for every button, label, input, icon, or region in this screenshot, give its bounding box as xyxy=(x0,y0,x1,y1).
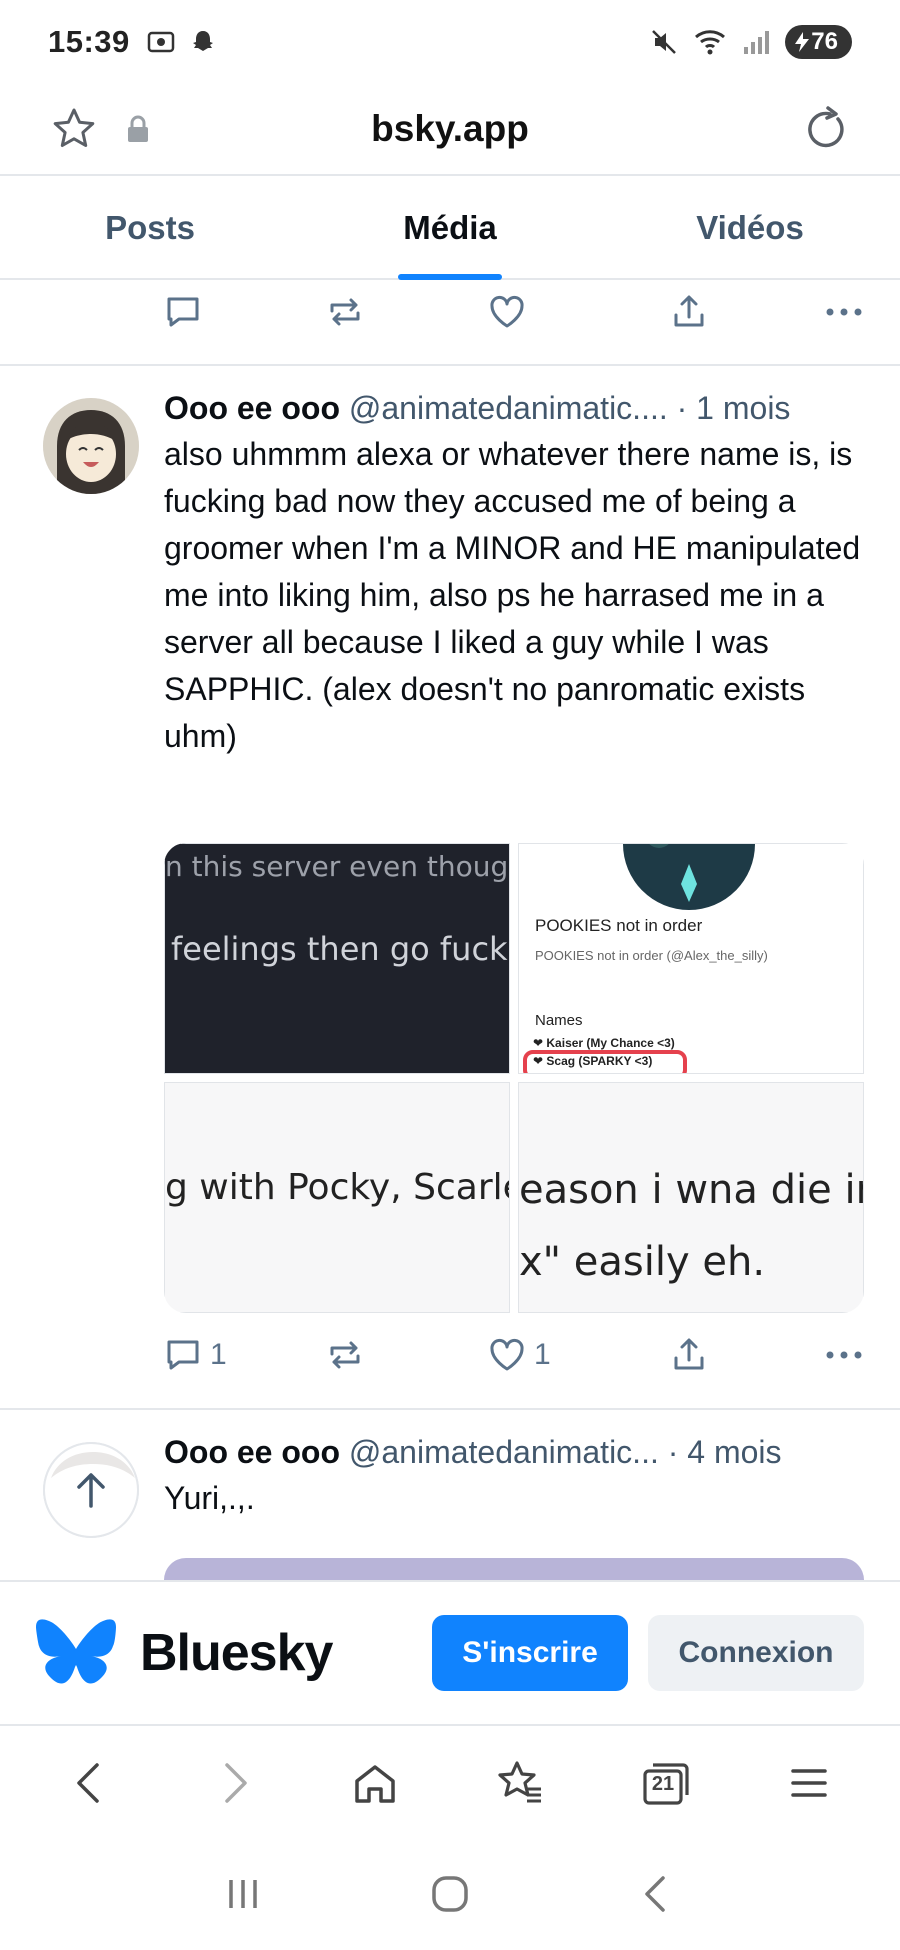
battery-level: 76 xyxy=(811,28,838,55)
signup-button[interactable]: S'inscrire xyxy=(432,1615,628,1691)
system-back-icon[interactable] xyxy=(633,1870,681,1918)
media-image[interactable] xyxy=(164,1558,864,1580)
media-text: feelings then go fuck y xyxy=(171,930,510,968)
battery-indicator: 76 xyxy=(785,25,852,59)
heart-icon xyxy=(490,295,524,328)
status-bar: 15:39 76 xyxy=(0,0,900,84)
system-navigation xyxy=(0,1838,900,1950)
signup-banner: Bluesky S'inscrire Connexion xyxy=(0,1580,900,1726)
screenshot-icon xyxy=(147,31,175,53)
avatar[interactable] xyxy=(43,398,139,494)
media-grid: n this server even though n feelings the… xyxy=(164,843,864,1313)
media-text: POOKIES not in order xyxy=(535,916,703,935)
bluesky-logo-icon xyxy=(36,1619,116,1684)
recent-apps-icon[interactable] xyxy=(219,1870,267,1918)
home-icon[interactable] xyxy=(351,1759,399,1807)
media-text: g with Pocky, Scarle xyxy=(165,1167,510,1208)
more-icon xyxy=(826,308,862,316)
repost-button[interactable] xyxy=(326,293,488,331)
signal-icon xyxy=(744,31,770,54)
profile-tabs: Posts Média Vidéos xyxy=(0,178,900,280)
bookmarks-icon[interactable] xyxy=(493,1759,545,1807)
media-text: Kaiser (My Chance <3) xyxy=(546,1036,675,1050)
media-text: n this server even though n xyxy=(165,850,509,883)
media-text: Names xyxy=(535,1012,583,1029)
previous-post-actions xyxy=(164,282,864,342)
scroll-to-top-button[interactable] xyxy=(43,1442,139,1538)
author-name[interactable]: Ooo ee ooo xyxy=(164,390,340,426)
menu-icon[interactable] xyxy=(785,1759,833,1807)
media-image[interactable]: g with Pocky, Scarle xyxy=(164,1082,510,1313)
post-time[interactable]: · 4 mois xyxy=(668,1434,782,1470)
browser-toolbar: 21 xyxy=(0,1728,900,1838)
share-icon xyxy=(674,1338,704,1370)
reply-icon xyxy=(167,1340,199,1370)
heart-icon: ❤ xyxy=(533,1036,547,1050)
login-button[interactable]: Connexion xyxy=(648,1615,864,1691)
media-text: eason i wna die in xyxy=(519,1167,864,1213)
share-icon xyxy=(674,295,704,327)
back-icon[interactable] xyxy=(67,1759,115,1807)
battery-bolt-icon xyxy=(795,32,810,52)
share-button[interactable] xyxy=(670,1336,812,1374)
media-text: Scag (SPARKY <3) xyxy=(546,1054,653,1068)
reply-count: 1 xyxy=(210,1338,227,1371)
like-button[interactable]: 1 xyxy=(488,1336,670,1374)
media-image[interactable]: eason i wna die in x" easily eh. xyxy=(518,1082,864,1313)
more-options-button[interactable] xyxy=(824,306,864,318)
post[interactable]: Ooo ee ooo @animatedanimatic... · 4 mois… xyxy=(0,1410,900,1580)
repost-icon xyxy=(330,298,360,326)
author-handle[interactable]: @animatedanimatic.... xyxy=(349,390,668,426)
tab-media[interactable]: Média xyxy=(300,178,600,278)
home-button-icon[interactable] xyxy=(426,1870,474,1918)
post-text: Yuri,.,. xyxy=(164,1480,255,1516)
wifi-icon xyxy=(695,30,726,55)
brand-name: Bluesky xyxy=(140,1624,333,1682)
arrow-up-icon xyxy=(77,1473,105,1508)
tab-posts[interactable]: Posts xyxy=(0,178,300,278)
reload-icon[interactable] xyxy=(802,105,850,153)
reply-button[interactable]: 1 xyxy=(164,1336,326,1374)
tab-videos[interactable]: Vidéos xyxy=(600,178,900,278)
profile-picture-image xyxy=(623,844,755,910)
author-name[interactable]: Ooo ee ooo xyxy=(164,1434,340,1470)
post-header: Ooo ee ooo @animatedanimatic.... · 1 moi… xyxy=(164,390,864,427)
tab-count: 21 xyxy=(651,1773,675,1795)
snapchat-icon xyxy=(192,31,213,51)
status-time: 15:39 xyxy=(48,24,130,59)
avatar-image xyxy=(43,398,139,494)
bookmark-star-icon[interactable] xyxy=(50,105,98,153)
post-time[interactable]: · 1 mois xyxy=(677,390,791,426)
media-image[interactable]: POOKIES not in order POOKIES not in orde… xyxy=(518,843,864,1074)
share-button[interactable] xyxy=(670,293,812,331)
reply-button[interactable] xyxy=(164,293,326,331)
post-actions: 1 1 xyxy=(164,1325,864,1385)
repost-button[interactable] xyxy=(326,1336,488,1374)
repost-icon xyxy=(330,1341,360,1369)
browser-url-bar: bsky.app xyxy=(0,84,900,176)
reply-icon xyxy=(167,297,199,327)
heart-icon xyxy=(490,1338,524,1371)
author-handle[interactable]: @animatedanimatic... xyxy=(349,1434,659,1470)
heart-icon: ❤ xyxy=(533,1054,547,1068)
more-options-button[interactable] xyxy=(824,1349,864,1361)
post-header: Ooo ee ooo @animatedanimatic... · 4 mois xyxy=(164,1434,864,1471)
forward-icon[interactable] xyxy=(209,1759,257,1807)
like-button[interactable] xyxy=(488,293,670,331)
lock-icon xyxy=(128,115,148,142)
media-text: POOKIES not in order (@Alex_the_silly) xyxy=(535,948,768,963)
like-count: 1 xyxy=(534,1338,551,1371)
mute-icon xyxy=(652,30,677,54)
tabs-button[interactable]: 21 xyxy=(639,1759,691,1807)
media-text: x" easily eh. xyxy=(519,1239,766,1285)
media-image[interactable]: n this server even though n feelings the… xyxy=(164,843,510,1074)
more-icon xyxy=(826,1351,862,1359)
post-text: also uhmmm alexa or whatever there name … xyxy=(164,436,861,754)
